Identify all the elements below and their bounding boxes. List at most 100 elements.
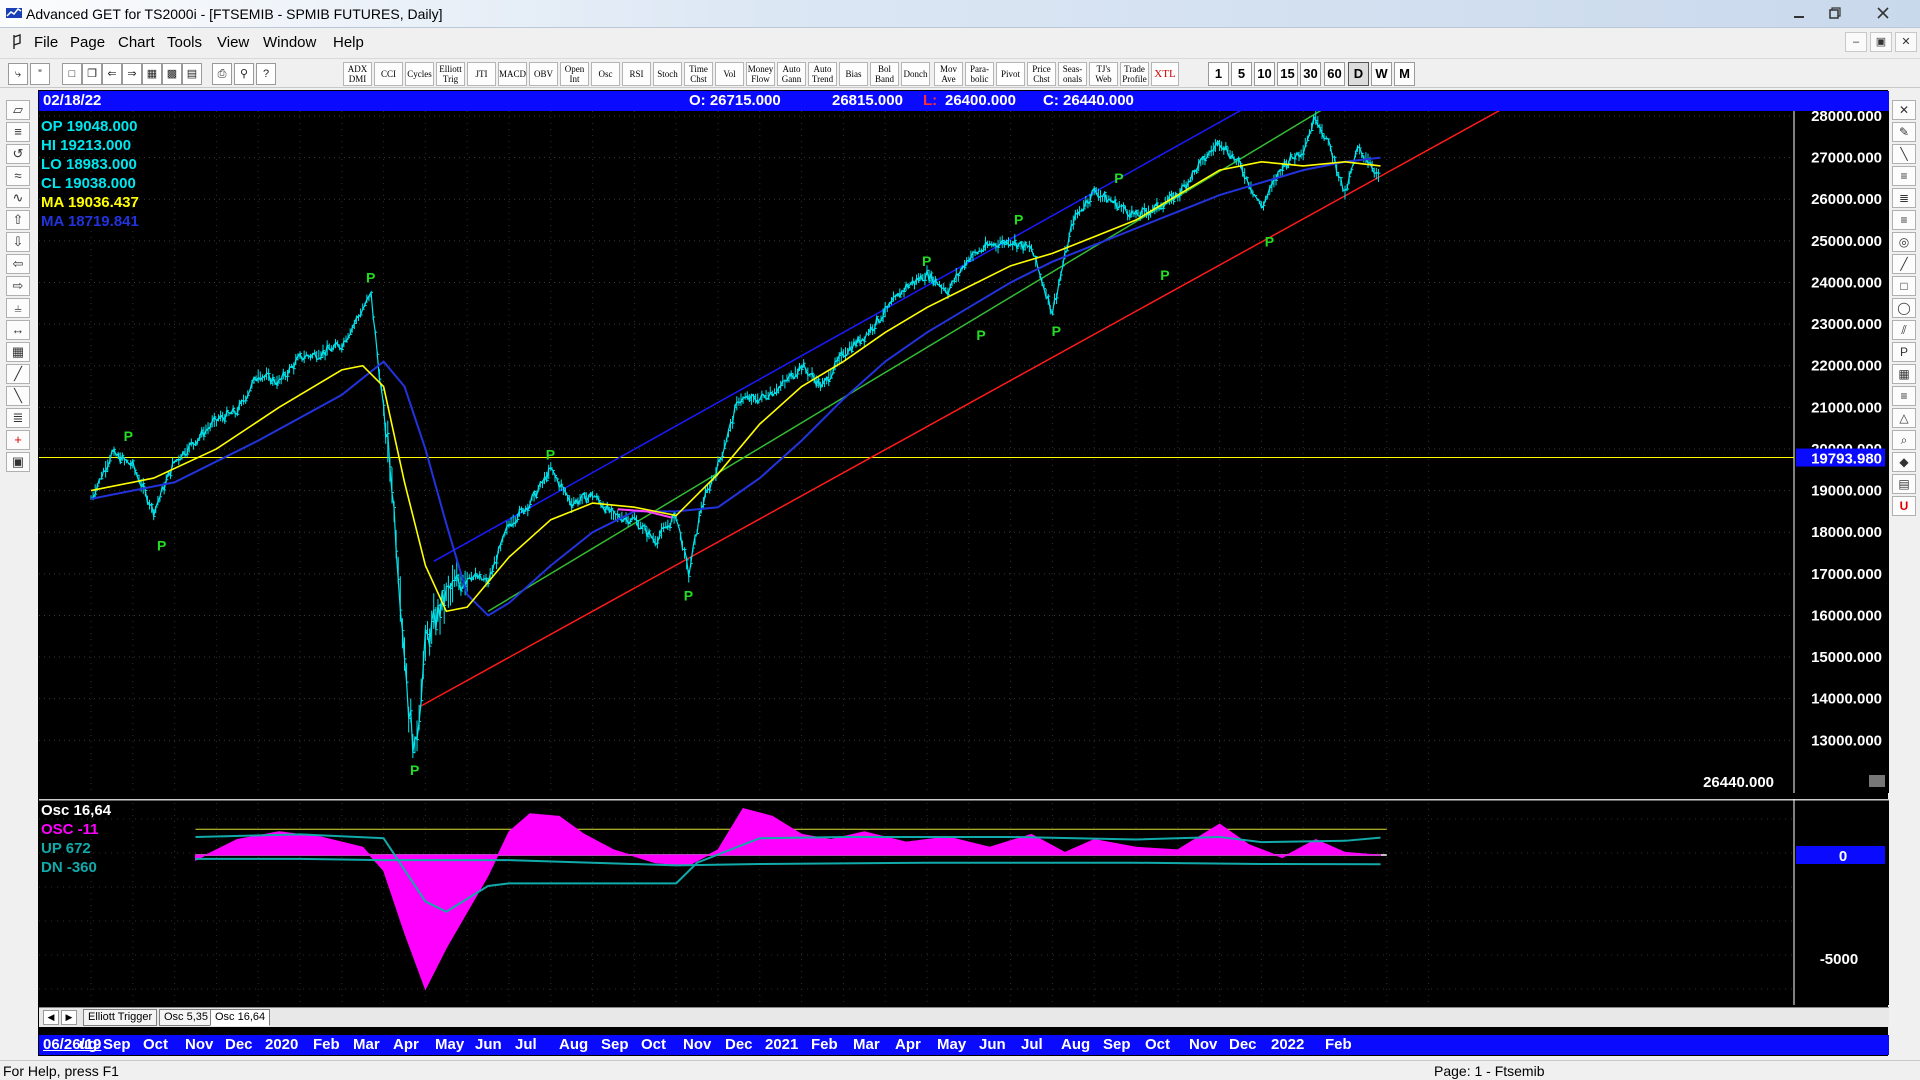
timeframe-button-w[interactable]: W: [1371, 62, 1392, 86]
print-icon[interactable]: ⎙: [212, 63, 232, 85]
study-button-osc[interactable]: Osc: [591, 62, 620, 86]
menu-chart[interactable]: Chart: [118, 34, 155, 51]
study-button-seas-onals[interactable]: Seas-onals: [1058, 62, 1087, 86]
oscillator-chart[interactable]: 0 -5000: [39, 799, 1889, 1005]
elliott-icon[interactable]: ∿: [6, 188, 30, 208]
box-icon[interactable]: ▦: [6, 342, 30, 362]
fib-extension-icon[interactable]: ≣: [1892, 188, 1916, 208]
study-button-tj-s-web[interactable]: TJ's Web: [1089, 62, 1118, 86]
pencil-icon[interactable]: ✎: [1892, 122, 1916, 142]
study-button-bol-band[interactable]: Bol Band: [870, 62, 899, 86]
study-button-cycles[interactable]: Cycles: [405, 62, 434, 86]
timeframe-button-60[interactable]: 60: [1324, 62, 1345, 86]
copy-page-icon[interactable]: ❐: [82, 63, 102, 85]
forward-icon[interactable]: ⇒: [122, 63, 142, 85]
timeframe-button-10[interactable]: 10: [1254, 62, 1275, 86]
expand-icon[interactable]: ↔: [6, 320, 30, 340]
timeframe-button-m[interactable]: M: [1394, 62, 1415, 86]
gann-icon[interactable]: ╲: [6, 386, 30, 406]
new-page-icon[interactable]: □: [62, 63, 82, 85]
study-icon[interactable]: ≈: [6, 166, 30, 186]
menu-tools[interactable]: Tools: [167, 34, 202, 51]
study-button-para-bolic[interactable]: Para-bolic: [965, 62, 994, 86]
study-button-mov-ave[interactable]: Mov Ave: [934, 62, 963, 86]
menu-file[interactable]: File: [34, 34, 58, 51]
fan-icon[interactable]: ╱: [1892, 254, 1916, 274]
triangle-icon[interactable]: △: [1892, 408, 1916, 428]
open-icon[interactable]: ▱: [6, 100, 30, 120]
study-button-vol[interactable]: Vol: [715, 62, 744, 86]
channel-icon[interactable]: ⫽: [1892, 320, 1916, 340]
help-pointer-icon[interactable]: ?: [256, 63, 276, 85]
arrow-right-icon[interactable]: ⇨: [6, 276, 30, 296]
reset-icon[interactable]: ↺: [6, 144, 30, 164]
tab-elliott-trigger[interactable]: Elliott Trigger: [83, 1009, 158, 1026]
study-button-trade-profile[interactable]: Trade Profile: [1120, 62, 1149, 86]
ellipse-icon[interactable]: ◯: [1892, 298, 1916, 318]
study-button-jti[interactable]: JTI: [467, 62, 496, 86]
grid-tool-icon[interactable]: ▦: [1892, 364, 1916, 384]
study-button-money-flow[interactable]: Money Flow: [746, 62, 775, 86]
tab-scroll-left-button[interactable]: ◀: [43, 1010, 59, 1025]
menu-view[interactable]: View: [217, 34, 249, 51]
study-button-xtl[interactable]: XTL: [1151, 62, 1179, 86]
lines-icon[interactable]: ╱: [6, 364, 30, 384]
quote-icon[interactable]: ”: [30, 63, 50, 85]
line-tool-icon[interactable]: ╲: [1892, 144, 1916, 164]
spiral-icon[interactable]: ◎: [1892, 232, 1916, 252]
arrow-up-icon[interactable]: ⇧: [6, 210, 30, 230]
study-button-auto-gann[interactable]: Auto Gann: [777, 62, 806, 86]
highlighter-icon[interactable]: ◆: [1892, 452, 1916, 472]
study-button-rsi[interactable]: RSI: [622, 62, 651, 86]
timeframe-button-5[interactable]: 5: [1231, 62, 1252, 86]
fib-icon[interactable]: ≣: [6, 408, 30, 428]
tile-icon[interactable]: ▦: [142, 63, 162, 85]
clipboard-icon[interactable]: ▤: [1892, 474, 1916, 494]
layout-icon[interactable]: ▤: [182, 63, 202, 85]
arrow-left-icon[interactable]: ⇦: [6, 254, 30, 274]
study-button-stoch[interactable]: Stoch: [653, 62, 682, 86]
study-button-adx-dmi[interactable]: ADX DMI: [343, 62, 372, 86]
rectangle-icon[interactable]: □: [1892, 276, 1916, 296]
bulb-icon[interactable]: ⚲: [234, 63, 254, 85]
timeframe-button-15[interactable]: 15: [1277, 62, 1298, 86]
minimize-button[interactable]: [1780, 2, 1818, 24]
price-chart[interactable]: 28000.000 27000.000 26000.000 25000.000 2400…: [39, 111, 1889, 793]
chart-window[interactable]: 02/18/22 O: 26715.000 26815.000 L: 26400…: [38, 90, 1889, 1056]
close-tool-icon[interactable]: ✕: [1892, 100, 1916, 120]
study-button-open-int[interactable]: Open Int: [560, 62, 589, 86]
zoom-icon[interactable]: ⌕: [1892, 430, 1916, 450]
close-button[interactable]: [1864, 2, 1902, 24]
mob-icon[interactable]: ≡: [1892, 386, 1916, 406]
fib-retrace-icon[interactable]: ≡: [1892, 166, 1916, 186]
grid-icon[interactable]: ▩: [162, 63, 182, 85]
child-minimize-button[interactable]: –: [1845, 32, 1867, 52]
timeframe-button-d[interactable]: D: [1348, 62, 1369, 86]
menu-window[interactable]: Window: [263, 34, 316, 51]
study-button-bias[interactable]: Bias: [839, 62, 868, 86]
crosshair-icon[interactable]: +: [6, 430, 30, 450]
study-button-pivot[interactable]: Pivot: [996, 62, 1025, 86]
study-button-auto-trend[interactable]: Auto Trend: [808, 62, 837, 86]
compress-icon[interactable]: ⫨: [6, 298, 30, 318]
u-icon[interactable]: U: [1892, 496, 1916, 516]
study-button-macd[interactable]: MACD: [498, 62, 527, 86]
tab-osc-16-64[interactable]: Osc 16,64: [210, 1009, 271, 1026]
menu-help[interactable]: Help: [333, 34, 364, 51]
pti-icon[interactable]: P: [1892, 342, 1916, 362]
study-button-price-chst[interactable]: Price Chst: [1027, 62, 1056, 86]
child-close-button[interactable]: ✕: [1895, 32, 1917, 52]
back-icon[interactable]: ⇐: [102, 63, 122, 85]
menu-page[interactable]: Page: [70, 34, 105, 51]
fib-time-icon[interactable]: ≡: [1892, 210, 1916, 230]
study-button-elliott-trig[interactable]: Elliott Trig: [436, 62, 465, 86]
tab-scroll-right-button[interactable]: ▶: [61, 1010, 77, 1025]
tab-osc-5-35[interactable]: Osc 5,35: [159, 1009, 214, 1026]
child-restore-button[interactable]: ▣: [1870, 32, 1892, 52]
pin-icon[interactable]: ⤷: [8, 63, 28, 85]
timeframe-button-1[interactable]: 1: [1208, 62, 1229, 86]
timeframe-button-30[interactable]: 30: [1300, 62, 1321, 86]
study-button-time-chst[interactable]: Time Chst: [684, 62, 713, 86]
save-icon[interactable]: ▣: [6, 452, 30, 472]
maximize-button[interactable]: [1816, 2, 1854, 24]
